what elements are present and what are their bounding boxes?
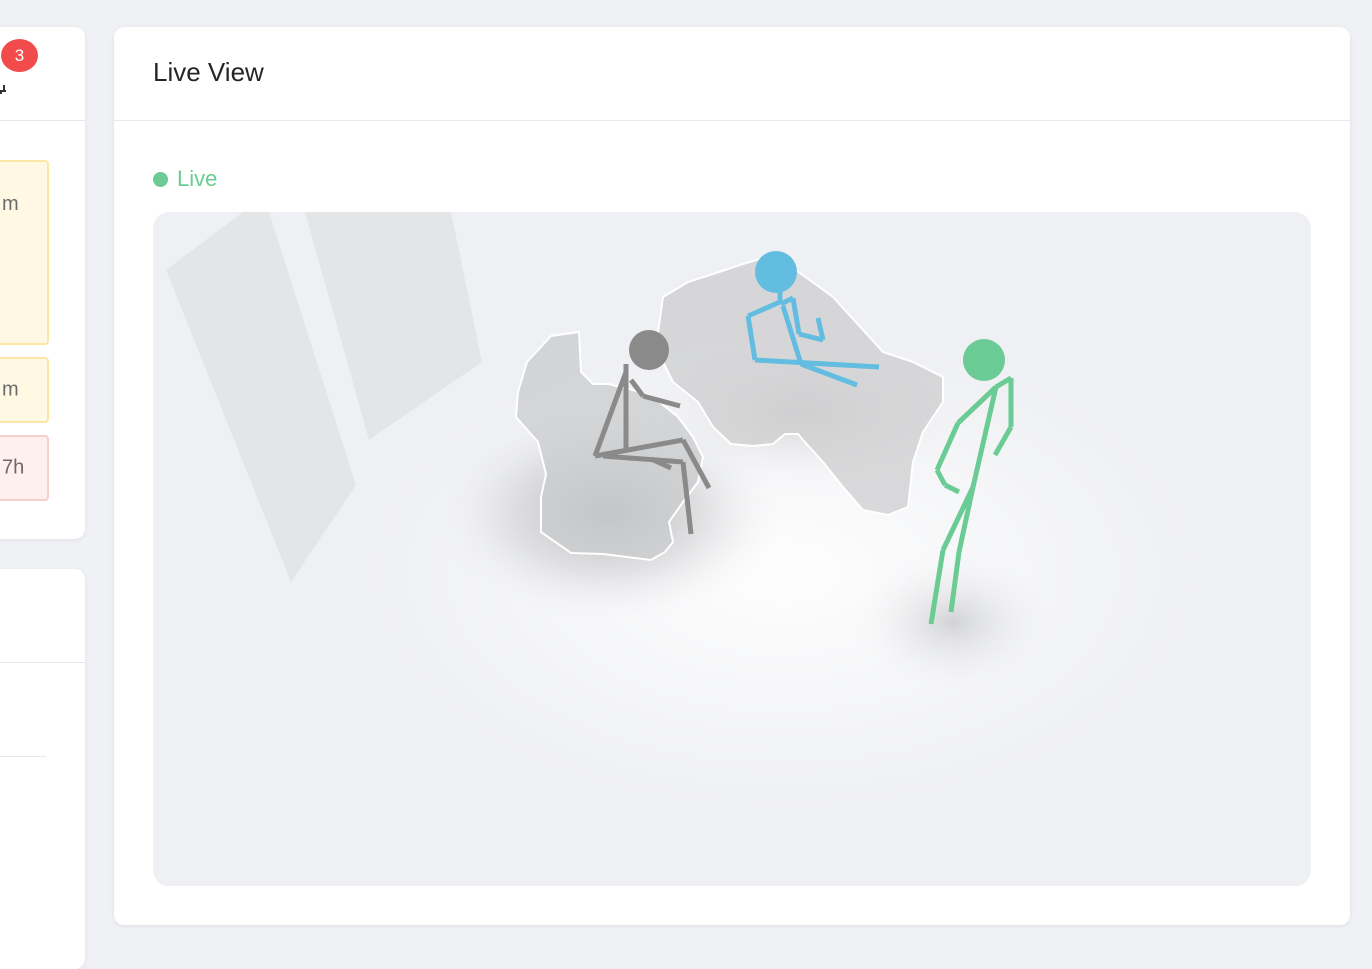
alert-time: m [2, 378, 19, 401]
camera-feed[interactable] [153, 212, 1311, 886]
divider [0, 756, 46, 757]
secondary-card-header [0, 569, 85, 663]
alert-item[interactable]: 7h [0, 435, 49, 501]
wall-panel-right [305, 212, 482, 440]
shadow-green-figure [853, 552, 1053, 692]
person-green-head [963, 339, 1005, 381]
secondary-card [0, 569, 85, 969]
alerts-card-header: 3 [0, 27, 85, 121]
alerts-card: 3 m m 7h [0, 27, 85, 539]
person-grey-head [629, 330, 669, 370]
live-view-card: Live View Live [114, 27, 1350, 925]
page-title: Live View [153, 57, 264, 87]
alert-item[interactable]: m [0, 357, 49, 423]
bell-icon[interactable] [0, 79, 8, 95]
notification-badge: 3 [1, 39, 38, 72]
alert-time: 7h [2, 456, 25, 479]
live-status-label: Live [177, 166, 218, 191]
person-blue-head [755, 251, 797, 293]
live-dot-icon [153, 171, 168, 187]
live-view-header: Live View [114, 27, 1350, 121]
alert-item[interactable]: m [0, 160, 49, 345]
live-status: Live [153, 166, 218, 191]
alert-time: m [2, 193, 19, 215]
